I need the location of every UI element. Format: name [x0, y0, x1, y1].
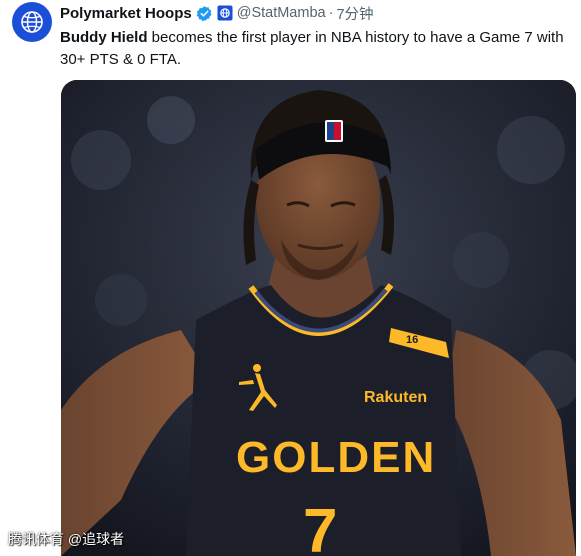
- tweet-bold-name: Buddy Hield: [60, 29, 148, 46]
- jersey-side-number: 16: [406, 334, 418, 346]
- post-time[interactable]: 7分钟: [336, 3, 373, 24]
- account-handle[interactable]: @StatMamba: [237, 5, 326, 21]
- affiliate-badge-icon[interactable]: [217, 5, 233, 21]
- separator-dot: ·: [328, 5, 334, 21]
- tweet-card[interactable]: Polymarket Hoops @StatMamba · 7分钟 Buddy …: [0, 0, 581, 556]
- watermark-text: 腾讯体育 @追球者: [8, 531, 125, 547]
- tweet-text: Buddy Hield becomes the first player in …: [60, 27, 575, 71]
- player-photo: 16 Rakuten GOLDEN 7: [61, 80, 576, 556]
- jersey-number: 7: [303, 497, 337, 556]
- verified-badge-icon: [196, 5, 213, 22]
- avatar[interactable]: [12, 2, 52, 42]
- tweet-photo[interactable]: 16 Rakuten GOLDEN 7: [61, 80, 576, 556]
- polymarket-globe-icon: [21, 11, 43, 33]
- display-name[interactable]: Polymarket Hoops: [60, 5, 192, 22]
- tweet-header: Polymarket Hoops @StatMamba · 7分钟: [60, 3, 374, 23]
- jersey-team-name: GOLDEN: [236, 433, 436, 482]
- jersey-sponsor: Rakuten: [364, 389, 427, 406]
